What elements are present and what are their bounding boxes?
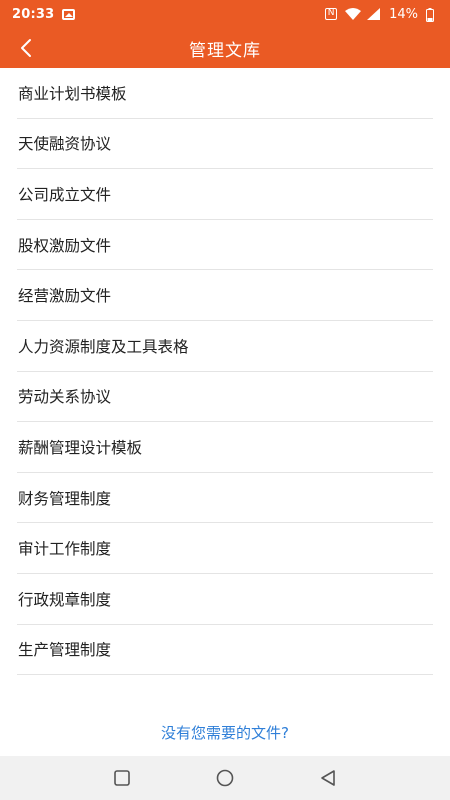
battery-percent: 14% — [389, 6, 418, 22]
list-item[interactable]: 劳动关系协议 — [17, 372, 433, 423]
chevron-left-icon — [21, 39, 31, 57]
list-item[interactable]: 公司成立文件 — [17, 169, 433, 220]
list-item[interactable]: 经营激励文件 — [17, 270, 433, 321]
recents-button[interactable] — [100, 756, 144, 800]
page-title: 管理文库 — [189, 40, 261, 61]
status-time: 20:33 — [12, 6, 55, 22]
app-bar: 管理文库 — [0, 28, 450, 68]
list-item[interactable]: 人力资源制度及工具表格 — [17, 321, 433, 372]
list-item[interactable]: 天使融资协议 — [17, 119, 433, 170]
status-left: 20:33 — [12, 6, 76, 22]
triangle-back-icon — [321, 770, 336, 786]
list-item[interactable]: 行政规章制度 — [17, 574, 433, 625]
list-item[interactable]: 股权激励文件 — [17, 220, 433, 271]
circle-home-icon — [216, 769, 234, 787]
status-right: N 14% — [325, 7, 440, 22]
image-icon — [62, 8, 76, 20]
back-button[interactable] — [12, 34, 40, 62]
list-item[interactable]: 商业计划书模板 — [17, 68, 433, 119]
system-nav-bar — [0, 756, 450, 800]
back-nav-button[interactable] — [306, 756, 350, 800]
wifi-icon — [345, 8, 362, 20]
list-item[interactable]: 财务管理制度 — [17, 473, 433, 524]
home-button[interactable] — [203, 756, 247, 800]
battery-icon — [426, 8, 440, 22]
missing-file-link[interactable]: 没有您需要的文件? — [0, 692, 450, 756]
list-item[interactable]: 生产管理制度 — [17, 625, 433, 676]
list-item[interactable]: 薪酬管理设计模板 — [17, 422, 433, 473]
document-list: 商业计划书模板 天使融资协议 公司成立文件 股权激励文件 经营激励文件 人力资源… — [0, 68, 450, 708]
list-item[interactable]: 审计工作制度 — [17, 523, 433, 574]
status-bar: 20:33 N 14% — [0, 0, 450, 28]
signal-icon — [367, 8, 381, 20]
nfc-icon: N — [325, 8, 338, 20]
square-recents-icon — [113, 770, 130, 786]
